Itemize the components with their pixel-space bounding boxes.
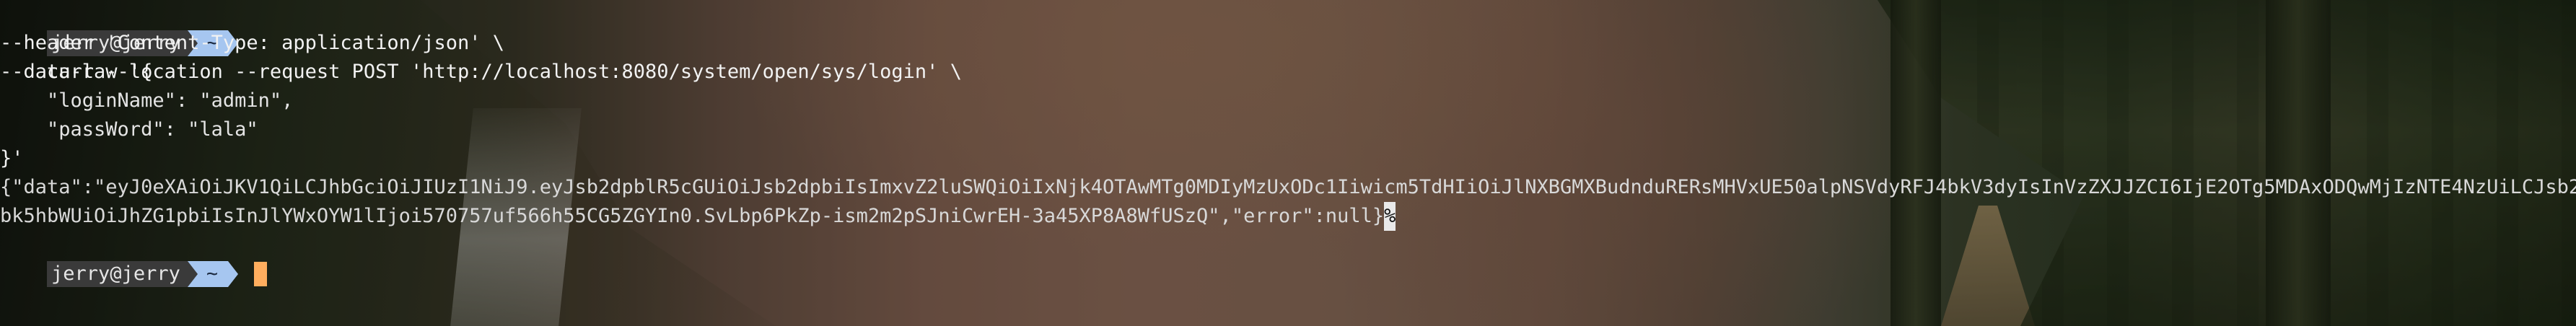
terminal-window[interactable]: jerry@jerry ~ curl --location --request P… bbox=[0, 0, 2576, 326]
response-output: {"data":"eyJ0eXAiOiJKV1QiLCJhbGciOiJIUzI… bbox=[0, 176, 2576, 198]
command-json-body: "passWord": "lala" bbox=[0, 118, 258, 141]
command-continuation: --header 'Content-Type: application/json… bbox=[0, 32, 504, 54]
prompt-separator-icon bbox=[187, 261, 198, 287]
prompt-separator-icon bbox=[228, 261, 239, 287]
prompt-user: jerry@jerry bbox=[47, 261, 188, 287]
response-output-wrapped: bk5hbWUiOiJhZG1pbiIsInJlYWxOYW1lIjoi5707… bbox=[0, 202, 1396, 231]
command-json-body: "loginName": "admin", bbox=[0, 89, 294, 112]
no-newline-marker: % bbox=[1384, 202, 1396, 231]
text-cursor[interactable] bbox=[254, 262, 268, 286]
prompt-line[interactable]: jerry@jerry ~ bbox=[0, 231, 268, 287]
response-output-tail: bk5hbWUiOiJhZG1pbiIsInJlYWxOYW1lIjoi5707… bbox=[0, 205, 1385, 227]
prompt-line: jerry@jerry ~ curl --location --request P… bbox=[0, 0, 962, 83]
prompt-directory: ~ bbox=[197, 261, 229, 287]
command-continuation: --data-raw '{ bbox=[0, 61, 153, 83]
command-continuation: }' bbox=[0, 147, 24, 169]
command-text: curl --location --request POST 'http://l… bbox=[47, 61, 962, 83]
